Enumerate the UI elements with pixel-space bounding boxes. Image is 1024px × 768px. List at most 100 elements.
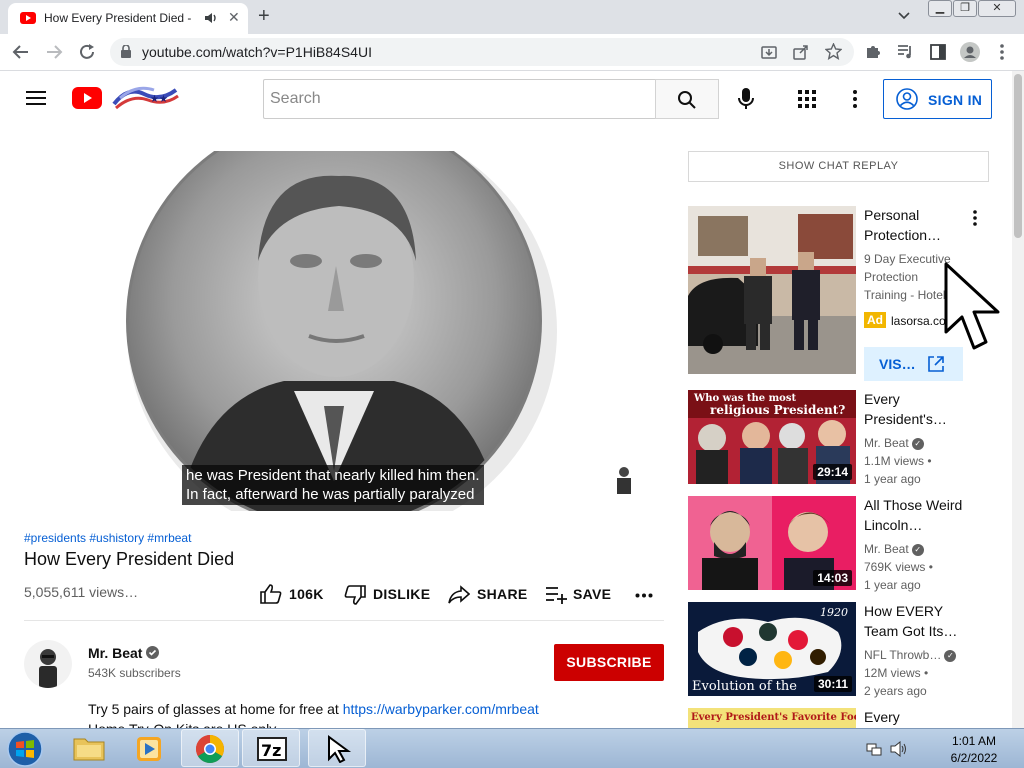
settings-more-icon[interactable] bbox=[852, 89, 858, 109]
ad-thumbnail[interactable] bbox=[688, 206, 856, 374]
start-button-icon[interactable] bbox=[6, 730, 44, 768]
related-age-1: 1 year ago bbox=[864, 472, 921, 486]
related-channel-1[interactable]: Mr. Beat ✓ bbox=[864, 434, 924, 452]
network-icon[interactable] bbox=[866, 741, 882, 757]
browser-tab[interactable]: How Every President Died - ✕ bbox=[8, 3, 248, 34]
taskbar-pointer-app[interactable] bbox=[308, 729, 366, 767]
media-player-icon bbox=[135, 735, 163, 763]
ad-title[interactable]: Personal Protection… bbox=[864, 205, 974, 245]
related-channel-2-name: Mr. Beat bbox=[864, 542, 909, 556]
verified-badge-icon bbox=[146, 646, 159, 659]
related-title-4[interactable]: Every bbox=[864, 707, 974, 727]
youtube-logo-icon[interactable] bbox=[72, 87, 102, 109]
bookmark-star-icon[interactable] bbox=[825, 43, 842, 60]
microphone-icon[interactable] bbox=[738, 88, 754, 110]
clock-date: 6/2/2022 bbox=[950, 751, 998, 765]
verified-badge-icon: ✓ bbox=[911, 543, 924, 556]
account-circle-icon bbox=[896, 88, 918, 110]
tab-search-chevron-icon[interactable] bbox=[896, 8, 912, 24]
dislike-button[interactable] bbox=[344, 585, 366, 605]
taskbar-media-player[interactable] bbox=[120, 729, 178, 767]
share-page-icon[interactable] bbox=[793, 44, 809, 60]
profile-avatar-icon[interactable] bbox=[960, 42, 980, 62]
description-link[interactable]: https://warbyparker.com/mrbeat bbox=[343, 701, 539, 717]
channel-watermark bbox=[612, 464, 636, 494]
youtube-doodle-icon[interactable]: ★★ bbox=[110, 84, 180, 112]
window-minimize-button[interactable]: ▁ bbox=[928, 0, 952, 17]
search-input[interactable]: Search bbox=[263, 79, 656, 119]
verified-badge-icon: ✓ bbox=[911, 437, 924, 450]
hashtags[interactable]: #presidents #ushistory #mrbeat bbox=[24, 531, 191, 545]
dislike-label[interactable]: DISLIKE bbox=[373, 586, 430, 602]
share-button[interactable] bbox=[448, 585, 470, 605]
duration-badge: 14:03 bbox=[813, 570, 852, 586]
youtube-favicon-icon bbox=[20, 12, 36, 24]
duration-badge: 29:14 bbox=[813, 464, 852, 480]
ad-description-line-2: Protection bbox=[864, 270, 919, 284]
lock-icon[interactable] bbox=[121, 45, 131, 58]
reload-icon[interactable] bbox=[78, 43, 96, 61]
window-restore-button[interactable]: ❐ bbox=[953, 0, 977, 17]
share-arrow-icon bbox=[448, 585, 470, 605]
hamburger-menu-icon[interactable] bbox=[26, 90, 46, 106]
related-views-2: 769K views • bbox=[864, 560, 933, 574]
show-chat-replay-button[interactable]: SHOW CHAT REPLAY bbox=[688, 151, 989, 182]
svg-text:7z: 7z bbox=[261, 741, 281, 760]
search-icon bbox=[677, 90, 697, 110]
external-link-icon bbox=[927, 355, 945, 373]
sign-in-label: SIGN IN bbox=[928, 92, 983, 108]
related-thumbnail-3[interactable]: 1920 Evolution of the 30:11 bbox=[688, 602, 856, 696]
chrome-menu-icon[interactable] bbox=[999, 43, 1005, 61]
more-actions-icon[interactable] bbox=[635, 593, 653, 598]
related-channel-2[interactable]: Mr. Beat ✓ bbox=[864, 540, 924, 558]
related-channel-1-name: Mr. Beat bbox=[864, 436, 909, 450]
side-panel-icon[interactable] bbox=[930, 44, 946, 60]
taskbar-clock[interactable]: 1:01 AM 6/2/2022 bbox=[934, 733, 1014, 767]
related-thumbnail-2[interactable]: 14:03 bbox=[688, 496, 856, 590]
view-count[interactable]: 5,055,611 views… bbox=[24, 584, 138, 600]
sign-in-button[interactable]: SIGN IN bbox=[883, 79, 992, 119]
thumb-1-text-2: religious President? bbox=[710, 403, 845, 417]
related-title-1-line-2: President's… bbox=[864, 411, 947, 427]
mouse-cursor-icon bbox=[944, 262, 1006, 354]
related-title-2[interactable]: All Those Weird Lincoln… bbox=[864, 495, 974, 535]
search-button[interactable] bbox=[655, 79, 719, 119]
save-button[interactable] bbox=[545, 586, 567, 604]
video-player[interactable] bbox=[24, 151, 664, 511]
related-thumbnail-1[interactable]: Who was the most religious President? 29… bbox=[688, 390, 856, 484]
ad-description-line-1: 9 Day Executive bbox=[864, 252, 951, 266]
ad-title-line-2: Protection… bbox=[864, 227, 942, 243]
install-icon[interactable] bbox=[761, 44, 777, 60]
related-channel-3[interactable]: NFL Throwb… ✓ bbox=[864, 646, 957, 664]
related-thumbnail-4[interactable]: Every President's Favorite Food bbox=[688, 708, 856, 728]
related-title-3[interactable]: How EVERY Team Got Its… bbox=[864, 601, 974, 641]
related-title-1[interactable]: Every President's… bbox=[864, 389, 974, 429]
channel-avatar[interactable] bbox=[24, 640, 72, 688]
related-title-3-line-1: How EVERY bbox=[864, 603, 944, 619]
extensions-puzzle-icon[interactable] bbox=[865, 43, 882, 60]
url-text[interactable]: youtube.com/watch?v=P1HiB84S4UI bbox=[142, 44, 372, 60]
ad-more-icon[interactable] bbox=[972, 209, 978, 227]
channel-name[interactable]: Mr. Beat bbox=[88, 645, 142, 661]
like-count[interactable]: 106K bbox=[289, 586, 324, 602]
volume-icon[interactable] bbox=[890, 741, 908, 757]
taskbar-chrome[interactable] bbox=[181, 729, 239, 767]
apps-grid-icon[interactable] bbox=[798, 90, 816, 108]
taskbar-explorer[interactable] bbox=[60, 729, 118, 767]
taskbar-7zip[interactable]: 7z bbox=[242, 729, 300, 767]
media-control-icon[interactable] bbox=[897, 43, 914, 60]
scrollbar-thumb[interactable] bbox=[1014, 74, 1022, 238]
save-label[interactable]: SAVE bbox=[573, 586, 611, 602]
back-arrow-icon[interactable] bbox=[12, 43, 30, 61]
folder-icon bbox=[73, 735, 105, 761]
window-close-button[interactable]: ✕ bbox=[978, 0, 1016, 17]
tab-audio-icon[interactable] bbox=[204, 11, 218, 25]
ad-domain: lasorsa.co bbox=[891, 314, 946, 328]
share-label[interactable]: SHARE bbox=[477, 586, 528, 602]
verified-badge-icon: ✓ bbox=[944, 649, 957, 662]
tab-close-icon[interactable]: ✕ bbox=[228, 9, 240, 26]
subscribe-button[interactable]: SUBSCRIBE bbox=[554, 644, 664, 681]
thumb-3-text: Evolution of the bbox=[692, 679, 797, 694]
new-tab-icon[interactable]: + bbox=[258, 5, 270, 28]
forward-arrow-icon[interactable] bbox=[45, 43, 63, 61]
